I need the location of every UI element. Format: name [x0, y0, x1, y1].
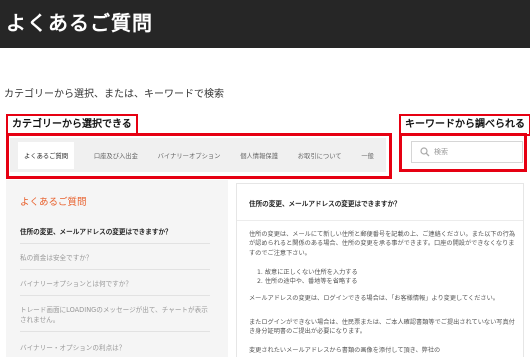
- answer-list: 1. 故意に正しくない住所を入力する 2. 住所の途中や、番地等を省略する: [257, 268, 517, 287]
- answer-title: 住所の変更、メールアドレスの変更はできますか？: [249, 200, 401, 208]
- faq-item[interactable]: バイナリーオプションとは何ですか？: [20, 279, 210, 296]
- page-header: よくあるご質問: [0, 0, 530, 48]
- search-box: [411, 141, 523, 163]
- tab-general[interactable]: 一般: [361, 151, 374, 160]
- tab-faq[interactable]: よくあるご質問: [18, 141, 75, 169]
- faq-item-label: バイナリーオプションとは何ですか？: [20, 280, 132, 288]
- faq-item[interactable]: 住所の変更、メールアドレスの変更はできますか？: [20, 227, 210, 244]
- tab-account-deposit[interactable]: 口座及び入出金: [94, 151, 138, 160]
- answer-paragraph: メールアドレスの変更は、ログインできる場合は、「お客様情報」より変更してください…: [249, 295, 499, 302]
- faq-item[interactable]: バイナリー・オプションの利点は？: [20, 343, 210, 353]
- answer-paragraph: 変更されたいメールアドレスから書類の画像を添付して頂き、弊社の: [249, 347, 441, 354]
- page-title: よくあるご質問: [6, 11, 153, 35]
- faq-list-panel: よくあるご質問 住所の変更、メールアドレスの変更はできますか？ 私の資金は安全で…: [6, 180, 228, 357]
- divider: [20, 243, 210, 244]
- tab-trading[interactable]: お取引について: [298, 151, 342, 160]
- faq-item-label: 私の資金は安全ですか？: [20, 254, 93, 262]
- answer-paragraph: 住所の変更は、メールにて新しい住所と郵便番号を記載の上、ご連絡ください。また以下…: [249, 231, 516, 257]
- divider: [20, 295, 210, 296]
- tab-binary-option[interactable]: バイナリーオプション: [158, 151, 221, 160]
- faq-item-label: 住所の変更、メールアドレスの変更はできますか？: [20, 228, 172, 236]
- search-input[interactable]: [434, 148, 514, 156]
- faq-item[interactable]: トレード画面にLOADINGのメッセージが出て、チャートが表示されません。: [20, 305, 210, 332]
- tab-privacy[interactable]: 個人情報保護: [240, 151, 278, 160]
- search-icon[interactable]: [416, 143, 434, 161]
- faq-item[interactable]: 私の資金は安全ですか？: [20, 253, 210, 270]
- faq-panel-title: よくあるご質問: [20, 197, 87, 208]
- divider: [20, 331, 210, 332]
- search-instructions: カテゴリーから選択、または、キーワードで検索: [4, 89, 224, 100]
- divider: [20, 269, 210, 270]
- faq-item-label: バイナリー・オプションの利点は？: [20, 344, 126, 352]
- answer-list-item: 1. 故意に正しくない住所を入力する: [257, 269, 358, 276]
- answer-list-item: 2. 住所の途中や、番地等を省略する: [257, 278, 358, 286]
- faq-answer-panel: 住所の変更、メールアドレスの変更はできますか？ 住所の変更は、メールにて新しい住…: [236, 183, 524, 357]
- category-tabs: よくあるご質問 口座及び入出金 バイナリーオプション 個人情報保護 お取引につい…: [10, 138, 386, 172]
- answer-paragraph: またログインができない場合は、住民票または、ご本人確認書類等でご提出されていない…: [249, 319, 515, 336]
- faq-item-label: トレード画面にLOADINGのメッセージが出て、チャートが表示されません。: [20, 306, 208, 324]
- divider: [237, 220, 523, 221]
